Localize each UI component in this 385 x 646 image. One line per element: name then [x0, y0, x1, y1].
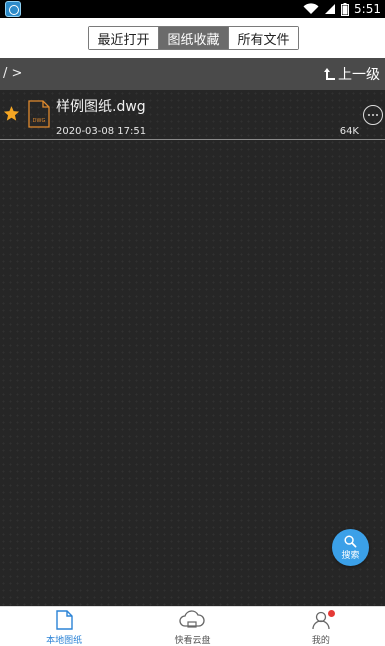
tab-all-files[interactable]: 所有文件 [229, 27, 298, 49]
more-dot-icon [372, 114, 374, 116]
dwg-file-icon: DWG [28, 100, 50, 128]
notification-badge [327, 610, 335, 617]
tab-header: 最近打开 图纸收藏 所有文件 [0, 18, 385, 58]
tab-group: 最近打开 图纸收藏 所有文件 [88, 26, 299, 50]
up-level-label: 上一级 [338, 67, 380, 83]
file-date: 2020-03-08 17:51 [56, 126, 147, 137]
star-icon[interactable] [3, 105, 20, 122]
nav-label: 我的 [311, 636, 330, 646]
file-type-label: DWG [33, 118, 46, 124]
more-dot-icon [376, 114, 378, 116]
nav-label: 本地图纸 [46, 636, 83, 646]
tab-recent[interactable]: 最近打开 [89, 27, 159, 49]
path-bar: / > 上一级 [0, 58, 385, 90]
search-fab[interactable]: 搜索 [332, 529, 369, 566]
bottom-nav: 本地图纸 快看云盘 我的 [0, 606, 385, 646]
breadcrumb[interactable]: / > [3, 66, 22, 81]
cloud-icon [179, 610, 206, 628]
search-icon [344, 534, 357, 547]
app-notification-icon [5, 1, 21, 17]
search-fab-label: 搜索 [341, 550, 360, 561]
up-arrow-icon [324, 68, 335, 80]
file-list: DWG 样例图纸.dwg 2020-03-08 17:51 64K [0, 90, 385, 606]
status-time: 5:51 [354, 2, 381, 16]
battery-icon [341, 2, 350, 16]
wifi-icon [303, 3, 319, 15]
tab-favorites[interactable]: 图纸收藏 [159, 27, 229, 49]
file-size: 64K [339, 126, 359, 137]
nav-label: 快看云盘 [174, 636, 211, 646]
file-row[interactable]: DWG 样例图纸.dwg 2020-03-08 17:51 64K [0, 90, 385, 140]
more-options-button[interactable] [363, 105, 383, 125]
more-dot-icon [368, 114, 370, 116]
signal-icon [325, 4, 336, 14]
nav-profile[interactable]: 我的 [257, 607, 385, 646]
up-level-button[interactable]: 上一级 [324, 64, 380, 84]
status-bar: 5:51 [0, 0, 385, 18]
document-icon [56, 610, 73, 630]
nav-cloud-drive[interactable]: 快看云盘 [128, 607, 256, 646]
status-icons: 5:51 [303, 0, 381, 18]
file-name: 样例图纸.dwg [56, 99, 146, 115]
nav-local-drawings[interactable]: 本地图纸 [0, 607, 128, 646]
